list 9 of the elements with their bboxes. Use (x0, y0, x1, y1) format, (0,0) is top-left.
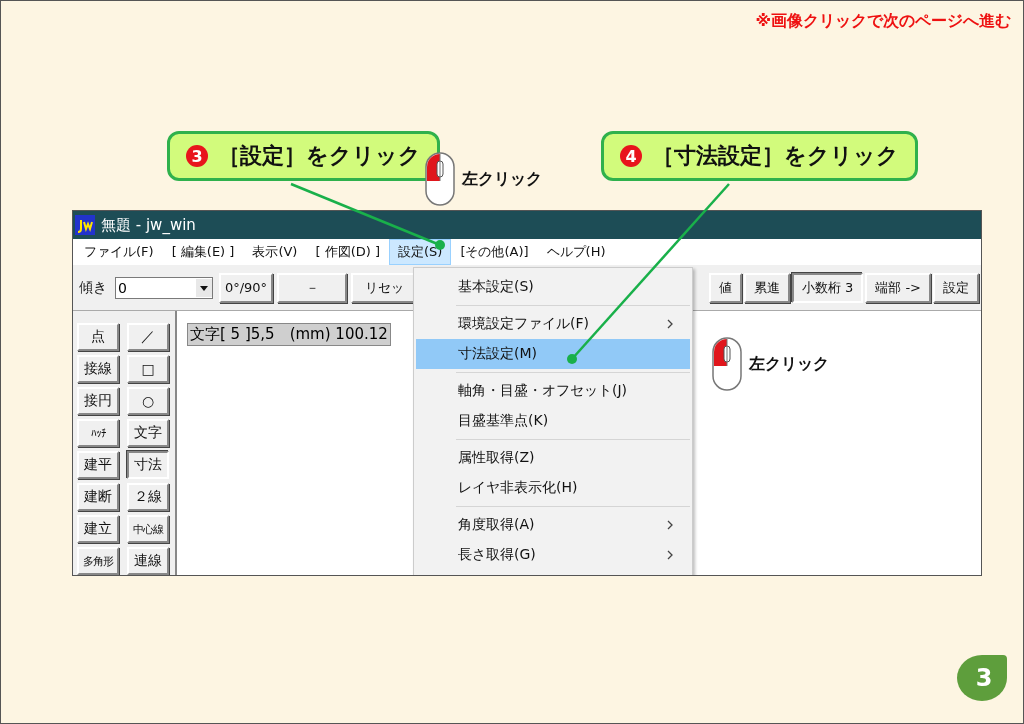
tilt-label: 傾き (79, 278, 107, 297)
step-number: 4 (620, 145, 642, 167)
hint-label: 左クリック (462, 168, 542, 190)
status-text: 文字[ 5 ]5,5 (mm) 100.12 (187, 323, 391, 346)
callout-text: ［寸法設定］をクリック (652, 142, 899, 170)
callout-text: ［設定］をクリック (218, 142, 421, 170)
hint-label: 左クリック (749, 353, 829, 375)
step-number: 3 (186, 145, 208, 167)
window-title: 無題 - jw_win (101, 215, 196, 235)
